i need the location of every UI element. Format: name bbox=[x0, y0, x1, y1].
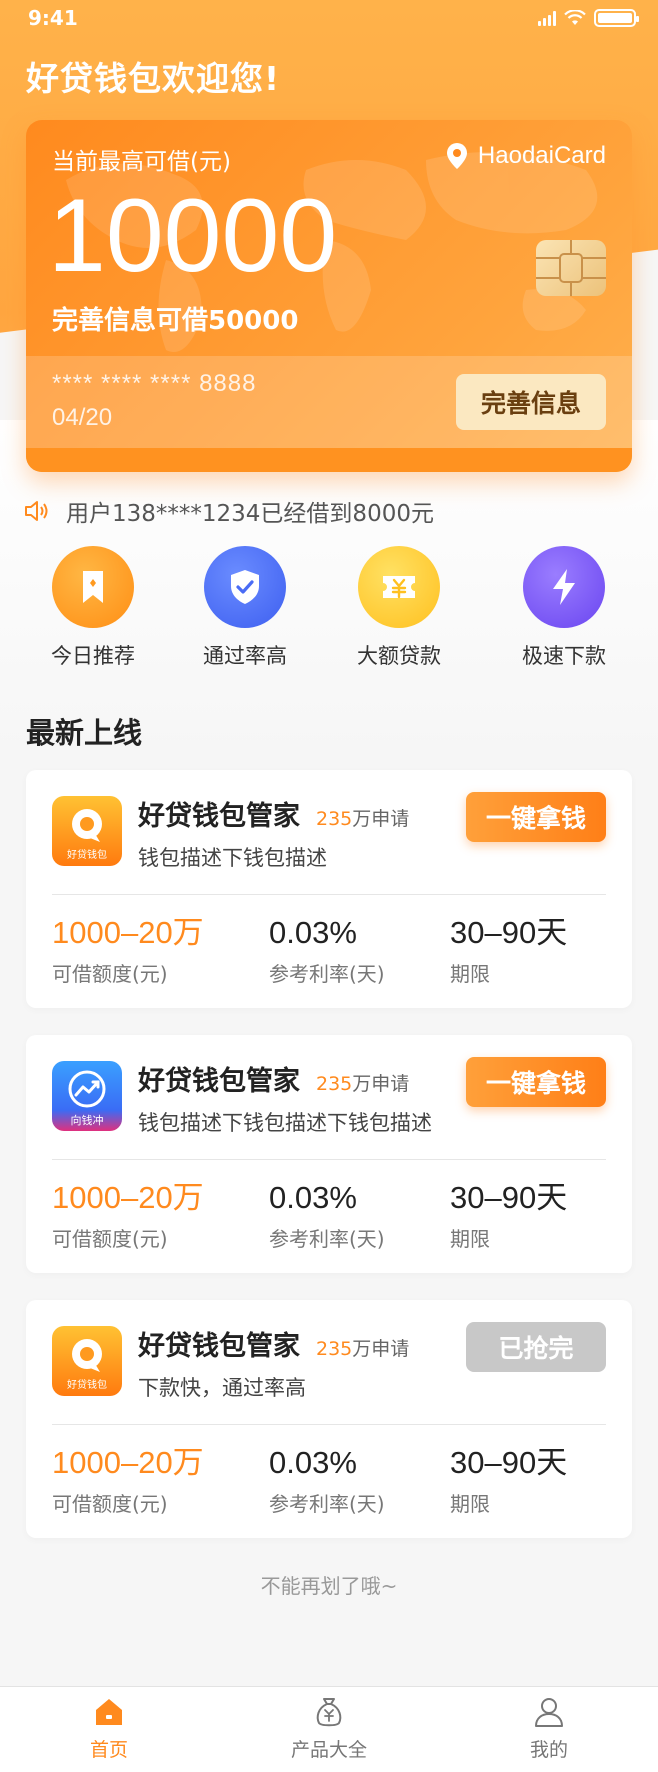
rate-value: 0.03% bbox=[269, 915, 357, 950]
product-rate: 0.03% 参考利率(天) bbox=[269, 915, 385, 987]
user-icon bbox=[535, 1698, 563, 1727]
term-label: 期限 bbox=[450, 1227, 490, 1252]
term-value: 30–90天 bbox=[450, 1180, 568, 1215]
product-desc: 钱包描述下钱包描述 bbox=[138, 846, 327, 870]
quick-action-label: 今日推荐 bbox=[51, 644, 135, 668]
tab-mine[interactable]: 我的 bbox=[474, 1695, 624, 1762]
product-desc: 钱包描述下钱包描述下钱包描述 bbox=[138, 1111, 432, 1135]
product-logo: 向钱冲 bbox=[52, 1061, 122, 1131]
card-bottom-strip bbox=[26, 448, 632, 472]
product-rate: 0.03% 参考利率(天) bbox=[269, 1445, 385, 1517]
loan-notice[interactable]: 用户138****1234已经借到8000元 bbox=[24, 494, 434, 528]
product-term: 30–90天 期限 bbox=[450, 1180, 568, 1252]
credit-amount: 10000 bbox=[48, 178, 338, 294]
product-divider bbox=[52, 1424, 606, 1425]
product-name: 好贷钱包管家 bbox=[138, 1066, 300, 1097]
product-name: 好贷钱包管家 bbox=[138, 1331, 300, 1362]
product-card[interactable]: 向钱冲 好贷钱包管家 235万申请 钱包描述下钱包描述下钱包描述 一键拿钱 10… bbox=[26, 1035, 632, 1273]
product-apply-count: 235万申请 bbox=[316, 1073, 410, 1095]
card-chip-icon bbox=[536, 240, 606, 296]
amount-value: 1000–20万 bbox=[52, 915, 204, 950]
term-label: 期限 bbox=[450, 1492, 490, 1517]
battery-icon bbox=[594, 9, 639, 27]
product-logo-text: 好贷钱包 bbox=[67, 1378, 107, 1391]
term-value: 30–90天 bbox=[450, 915, 568, 950]
amount-label: 可借额度(元) bbox=[52, 1227, 168, 1252]
quick-action-label: 通过率高 bbox=[203, 644, 287, 668]
quick-action-large-loan[interactable]: 大额贷款 bbox=[329, 546, 469, 670]
tab-label: 我的 bbox=[529, 1739, 568, 1761]
bookmark-icon bbox=[52, 546, 134, 628]
product-logo: 好贷钱包 bbox=[52, 796, 122, 866]
location-pin-icon bbox=[446, 143, 467, 169]
tab-products[interactable]: 产品大全 bbox=[254, 1695, 404, 1762]
get-money-button[interactable]: 一键拿钱 bbox=[466, 792, 606, 842]
product-divider bbox=[52, 894, 606, 895]
product-amount: 1000–20万 可借额度(元) bbox=[52, 915, 204, 987]
card-label: 当前最高可借(元) bbox=[52, 149, 231, 175]
money-bag-icon bbox=[316, 1698, 342, 1727]
amount-value: 1000–20万 bbox=[52, 1180, 204, 1215]
quick-action-label: 大额贷款 bbox=[357, 644, 441, 668]
product-logo: 好贷钱包 bbox=[52, 1326, 122, 1396]
rate-value: 0.03% bbox=[269, 1445, 357, 1480]
status-bar: 9:41 bbox=[0, 0, 658, 40]
end-of-list-text: 不能再划了哦~ bbox=[260, 1574, 398, 1598]
yuan-ticket-icon bbox=[358, 546, 440, 628]
welcome-title: 好贷钱包欢迎您! bbox=[26, 59, 281, 98]
status-time: 9:41 bbox=[28, 6, 78, 30]
term-value: 30–90天 bbox=[450, 1445, 568, 1480]
speaker-icon bbox=[25, 501, 48, 521]
card-brand-text: HaodaiCard bbox=[477, 142, 606, 169]
amount-value: 1000–20万 bbox=[52, 1445, 204, 1480]
tab-label: 首页 bbox=[89, 1739, 128, 1761]
wifi-icon bbox=[564, 9, 586, 26]
quick-action-high-pass[interactable]: 通过率高 bbox=[175, 546, 315, 670]
product-name: 好贷钱包管家 bbox=[138, 801, 300, 832]
rate-label: 参考利率(天) bbox=[269, 962, 385, 987]
product-term: 30–90天 期限 bbox=[450, 915, 568, 987]
product-card[interactable]: 好贷钱包 好贷钱包管家 235万申请 下款快，通过率高 已抢完 1000–20万… bbox=[26, 1300, 632, 1538]
card-number: **** **** **** 8888 bbox=[52, 370, 257, 397]
product-card[interactable]: 好贷钱包 好贷钱包管家 235万申请 钱包描述下钱包描述 一键拿钱 1000–2… bbox=[26, 770, 632, 1008]
shield-check-icon bbox=[204, 546, 286, 628]
product-amount: 1000–20万 可借额度(元) bbox=[52, 1445, 204, 1517]
credit-card: 当前最高可借(元) HaodaiCard 10000 完善信息可借50000 *… bbox=[26, 120, 632, 472]
section-title: 最新上线 bbox=[26, 716, 143, 750]
signal-icon bbox=[538, 10, 556, 26]
product-apply-count: 235万申请 bbox=[316, 808, 410, 830]
complete-info-button[interactable]: 完善信息 bbox=[456, 374, 606, 430]
term-label: 期限 bbox=[450, 962, 490, 987]
get-money-button[interactable]: 一键拿钱 bbox=[466, 1057, 606, 1107]
sold-out-button[interactable]: 已抢完 bbox=[466, 1322, 606, 1372]
product-logo-text: 向钱冲 bbox=[71, 1113, 104, 1127]
status-icons bbox=[538, 9, 639, 27]
amount-label: 可借额度(元) bbox=[52, 962, 168, 987]
card-expiry: 04/20 bbox=[52, 404, 113, 431]
tab-label: 产品大全 bbox=[290, 1739, 367, 1761]
product-apply-count: 235万申请 bbox=[316, 1338, 410, 1360]
quick-actions: 今日推荐 通过率高 大额贷款 极速下款 bbox=[0, 546, 658, 676]
amount-label: 可借额度(元) bbox=[52, 1492, 168, 1517]
product-logo-text: 好贷钱包 bbox=[67, 848, 107, 861]
upgrade-hint: 完善信息可借50000 bbox=[52, 306, 299, 336]
rate-label: 参考利率(天) bbox=[269, 1492, 385, 1517]
product-divider bbox=[52, 1159, 606, 1160]
rate-label: 参考利率(天) bbox=[269, 1227, 385, 1252]
product-amount: 1000–20万 可借额度(元) bbox=[52, 1180, 204, 1252]
tab-home[interactable]: 首页 bbox=[34, 1695, 184, 1762]
quick-action-recommend[interactable]: 今日推荐 bbox=[23, 546, 163, 670]
rate-value: 0.03% bbox=[269, 1180, 357, 1215]
quick-action-fast-payout[interactable]: 极速下款 bbox=[494, 546, 634, 670]
quick-action-label: 极速下款 bbox=[522, 644, 606, 668]
product-rate: 0.03% 参考利率(天) bbox=[269, 1180, 385, 1252]
notice-text: 用户138****1234已经借到8000元 bbox=[66, 501, 434, 527]
product-desc: 下款快，通过率高 bbox=[138, 1376, 306, 1400]
tab-bar: 首页 产品大全 我的 bbox=[0, 1686, 658, 1772]
product-term: 30–90天 期限 bbox=[450, 1445, 568, 1517]
card-brand: HaodaiCard bbox=[446, 142, 606, 170]
home-icon bbox=[96, 1699, 122, 1725]
lightning-icon bbox=[523, 546, 605, 628]
